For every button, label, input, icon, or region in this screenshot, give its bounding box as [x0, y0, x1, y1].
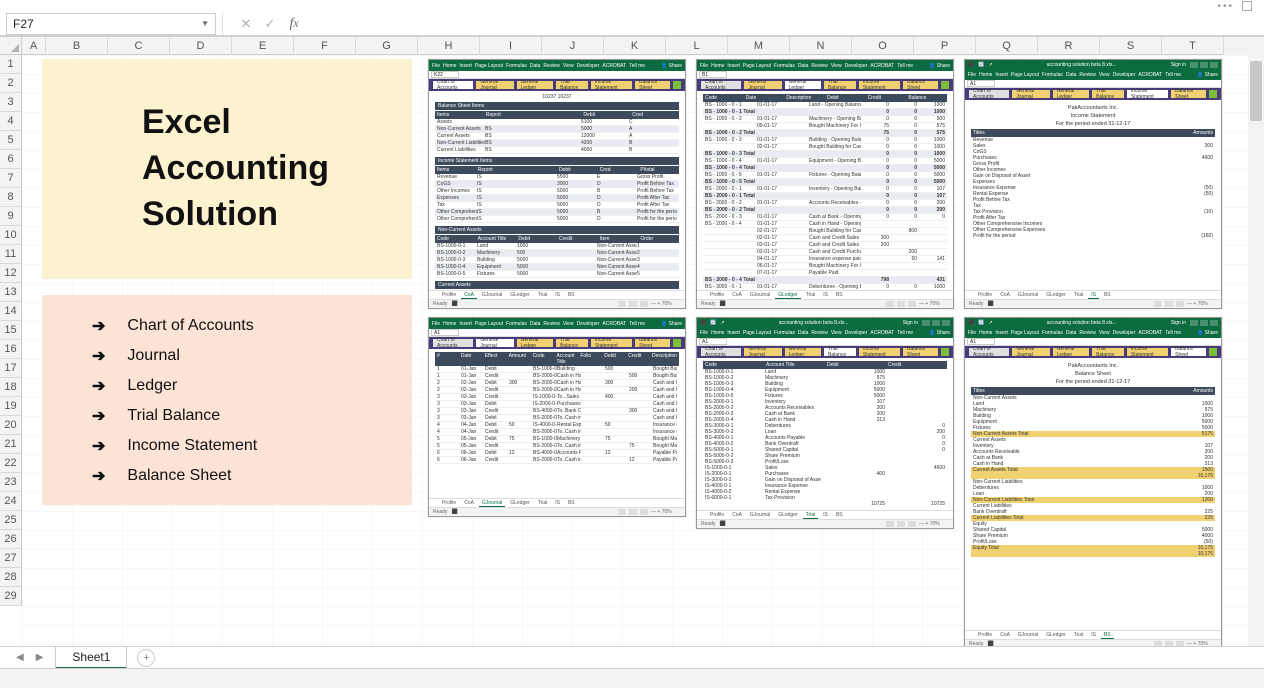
row-header[interactable]: 21	[0, 435, 22, 454]
arrow-right-icon: ➔	[92, 406, 105, 426]
thumb-ledger: FileHomeInsertPage LayoutFormulasDataRev…	[696, 59, 954, 309]
fx-icon[interactable]: fx	[282, 16, 306, 32]
thumb-journal: FileHomeInsertPage LayoutFormulasDataRev…	[428, 317, 686, 517]
col-header[interactable]: C	[108, 37, 170, 55]
sheet-nav-next[interactable]: ▶	[30, 652, 50, 663]
thumb-balance-sheet: ⬛🔄↗accounting solution beta 8.xls...Sign…	[964, 317, 1222, 649]
add-sheet-button[interactable]: +	[137, 649, 155, 667]
row-header[interactable]: 14	[0, 302, 22, 321]
thumb-chart-of-accounts: FileHomeInsertPage LayoutFormulasDataRev…	[428, 59, 686, 309]
col-header[interactable]: K	[604, 37, 666, 55]
col-header[interactable]: E	[232, 37, 294, 55]
col-header[interactable]: F	[294, 37, 356, 55]
col-header[interactable]: S	[1100, 37, 1162, 55]
row-header[interactable]: 23	[0, 473, 22, 492]
row-headers[interactable]: 1234567891011121314151617181920212223242…	[0, 55, 22, 606]
row-header[interactable]: 17	[0, 359, 22, 378]
col-header[interactable]: T	[1162, 37, 1224, 55]
row-header[interactable]: 9	[0, 207, 22, 226]
row-header[interactable]: 20	[0, 416, 22, 435]
row-header[interactable]: 29	[0, 587, 22, 606]
spreadsheet-grid[interactable]: ABCDEFGHIJKLMNOPQRST 1234567891011121314…	[0, 36, 1264, 656]
column-headers[interactable]: ABCDEFGHIJKLMNOPQRST	[22, 37, 1264, 55]
row-header[interactable]: 1	[0, 55, 22, 74]
arrow-right-icon: ➔	[92, 316, 105, 336]
chevron-down-icon[interactable]: ▼	[201, 19, 209, 28]
col-header[interactable]: A	[22, 37, 46, 55]
feature-label: Ledger	[127, 377, 177, 395]
vertical-scrollbar[interactable]	[1248, 55, 1264, 656]
row-header[interactable]: 5	[0, 131, 22, 150]
formula-bar: F27 ▼ ✕ ✓ fx	[0, 12, 1264, 36]
accept-icon[interactable]: ✓	[258, 16, 282, 32]
select-all-corner[interactable]	[0, 37, 22, 55]
col-header[interactable]: D	[170, 37, 232, 55]
col-header[interactable]: Q	[976, 37, 1038, 55]
col-header[interactable]: J	[542, 37, 604, 55]
row-header[interactable]: 6	[0, 150, 22, 169]
col-header[interactable]: G	[356, 37, 418, 55]
feature-label: Journal	[127, 347, 179, 365]
feature-label: Trial Balance	[127, 407, 220, 425]
thumb-income-statement: ⬛🔄↗accounting solution beta 8.xls...Sign…	[964, 59, 1222, 309]
row-header[interactable]: 22	[0, 454, 22, 473]
arrow-right-icon: ➔	[92, 376, 105, 396]
row-header[interactable]: 13	[0, 283, 22, 302]
formula-input[interactable]	[306, 13, 1264, 35]
col-header[interactable]: I	[480, 37, 542, 55]
thumb-trial-balance: ⬛🔄↗accounting solution beta 8.xls...Sign…	[696, 317, 954, 529]
sheet-tab-active[interactable]: Sheet1	[55, 646, 127, 669]
col-header[interactable]: L	[666, 37, 728, 55]
name-box[interactable]: F27 ▼	[6, 13, 216, 35]
arrow-right-icon: ➔	[92, 436, 105, 456]
row-header[interactable]: 19	[0, 397, 22, 416]
row-header[interactable]: 8	[0, 188, 22, 207]
row-header[interactable]: 2	[0, 74, 22, 93]
sheet-tabs-bar: ◀ ▶ Sheet1 +	[0, 646, 1264, 668]
status-bar	[0, 668, 1264, 688]
row-header[interactable]: 4	[0, 112, 22, 131]
row-header[interactable]: 7	[0, 169, 22, 188]
cells-area[interactable]: Excel Accounting Solution ➔ Chart of Acco…	[22, 55, 1264, 656]
row-header[interactable]: 3	[0, 93, 22, 112]
col-header[interactable]: R	[1038, 37, 1100, 55]
row-header[interactable]: 11	[0, 245, 22, 264]
col-header[interactable]: N	[790, 37, 852, 55]
arrow-right-icon: ➔	[92, 466, 105, 486]
row-header[interactable]: 12	[0, 264, 22, 283]
features-block: ➔ Chart of Accounts ➔ Journal ➔ Ledger ➔ Trial …	[42, 295, 412, 505]
col-header[interactable]: O	[852, 37, 914, 55]
col-header[interactable]: H	[418, 37, 480, 55]
row-header[interactable]: 25	[0, 511, 22, 530]
col-header[interactable]: P	[914, 37, 976, 55]
feature-label: Balance Sheet	[127, 467, 231, 485]
feature-label: Chart of Accounts	[127, 317, 253, 335]
row-header[interactable]: 15	[0, 321, 22, 340]
window-titlebar: •••	[0, 0, 1264, 12]
row-header[interactable]: 16	[0, 340, 22, 359]
row-header[interactable]: 26	[0, 530, 22, 549]
row-header[interactable]: 24	[0, 492, 22, 511]
col-header[interactable]: B	[46, 37, 108, 55]
title-block: Excel Accounting Solution	[42, 59, 412, 279]
row-header[interactable]: 10	[0, 226, 22, 245]
cancel-icon[interactable]: ✕	[234, 16, 258, 32]
more-icon: •••	[1217, 1, 1234, 12]
row-header[interactable]: 28	[0, 568, 22, 587]
row-header[interactable]: 27	[0, 549, 22, 568]
cell-reference: F27	[13, 17, 34, 31]
feature-label: Income Statement	[127, 437, 257, 455]
sheet-nav-prev[interactable]: ◀	[10, 652, 30, 663]
window-control-icon[interactable]	[1242, 1, 1252, 11]
row-header[interactable]: 18	[0, 378, 22, 397]
arrow-right-icon: ➔	[92, 346, 105, 366]
col-header[interactable]: M	[728, 37, 790, 55]
